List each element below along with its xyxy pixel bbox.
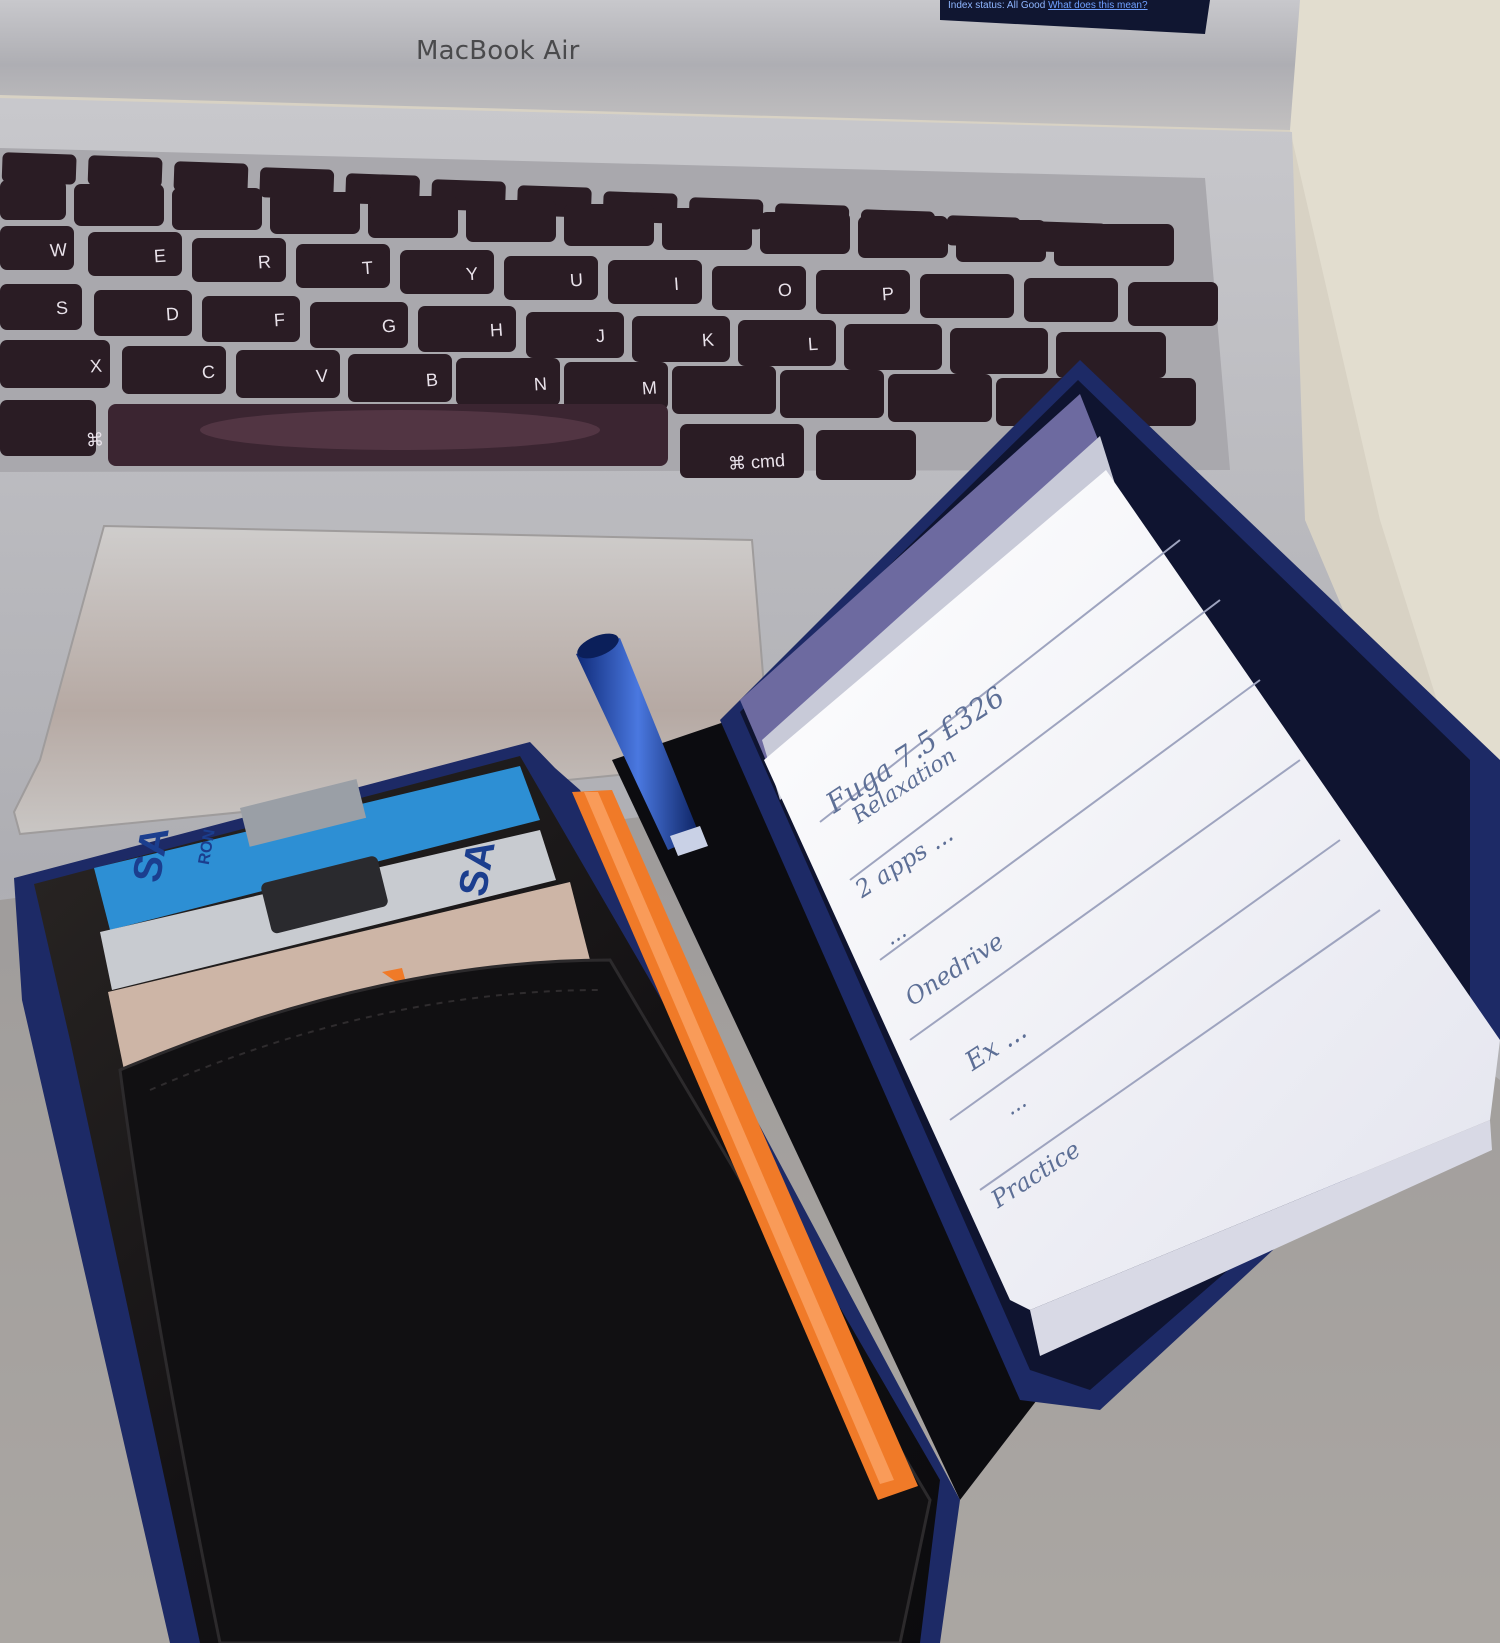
key-label[interactable]: O	[777, 280, 792, 302]
key-label[interactable]: J	[595, 326, 605, 348]
screen-status-link[interactable]: What does this mean?	[1048, 0, 1148, 11]
key-label[interactable]: ⌘	[85, 429, 104, 451]
key-label[interactable]: H	[489, 320, 503, 342]
key-label[interactable]: S	[55, 298, 68, 320]
key-label[interactable]: E	[153, 246, 166, 268]
screen-status-message: Index status: All Good	[948, 0, 1046, 11]
key-label[interactable]: N	[533, 374, 547, 396]
key-label[interactable]: V	[315, 366, 328, 388]
key-label[interactable]: U	[569, 270, 583, 292]
key-label[interactable]: L	[807, 334, 818, 356]
key-label[interactable]: B	[425, 370, 438, 392]
scene-graphics	[0, 0, 1500, 1643]
key-label[interactable]: ⌘ cmd	[727, 450, 785, 475]
key-glare	[200, 410, 600, 450]
laptop-brand-label: MacBook Air	[416, 36, 580, 66]
key-label[interactable]: Y	[465, 264, 478, 286]
card-logo-text: SA	[450, 837, 504, 900]
key-label[interactable]: R	[257, 252, 271, 274]
key-label[interactable]: M	[641, 378, 657, 400]
key-label[interactable]: F	[273, 310, 285, 332]
card-logo-text: SA	[124, 823, 178, 886]
photo-scene: Index status: All Good What does this me…	[0, 0, 1500, 1643]
key-label[interactable]: T	[361, 258, 373, 280]
screen-status-text: Index status: All Good What does this me…	[948, 0, 1148, 11]
key-label[interactable]: W	[49, 239, 67, 261]
key-label[interactable]: D	[165, 304, 179, 326]
key-label[interactable]: P	[881, 284, 894, 306]
key-label[interactable]: C	[201, 362, 215, 384]
key-label[interactable]: X	[89, 356, 102, 378]
key-label[interactable]: G	[381, 316, 396, 338]
key-label[interactable]: K	[701, 330, 714, 352]
